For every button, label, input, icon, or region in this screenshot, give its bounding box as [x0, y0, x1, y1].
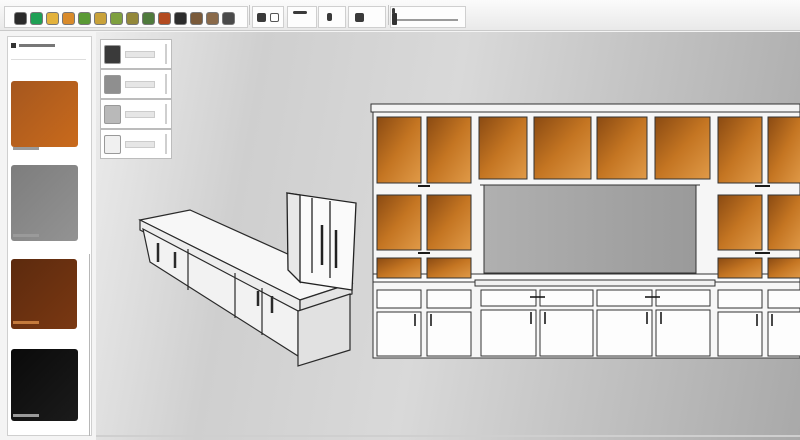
tall-cabinet[interactable]	[286, 192, 357, 291]
lower-cabinets[interactable]	[376, 289, 800, 357]
cabinet-3d-scene[interactable]	[0, 0, 800, 440]
kitchen-elevation[interactable]	[370, 103, 800, 359]
